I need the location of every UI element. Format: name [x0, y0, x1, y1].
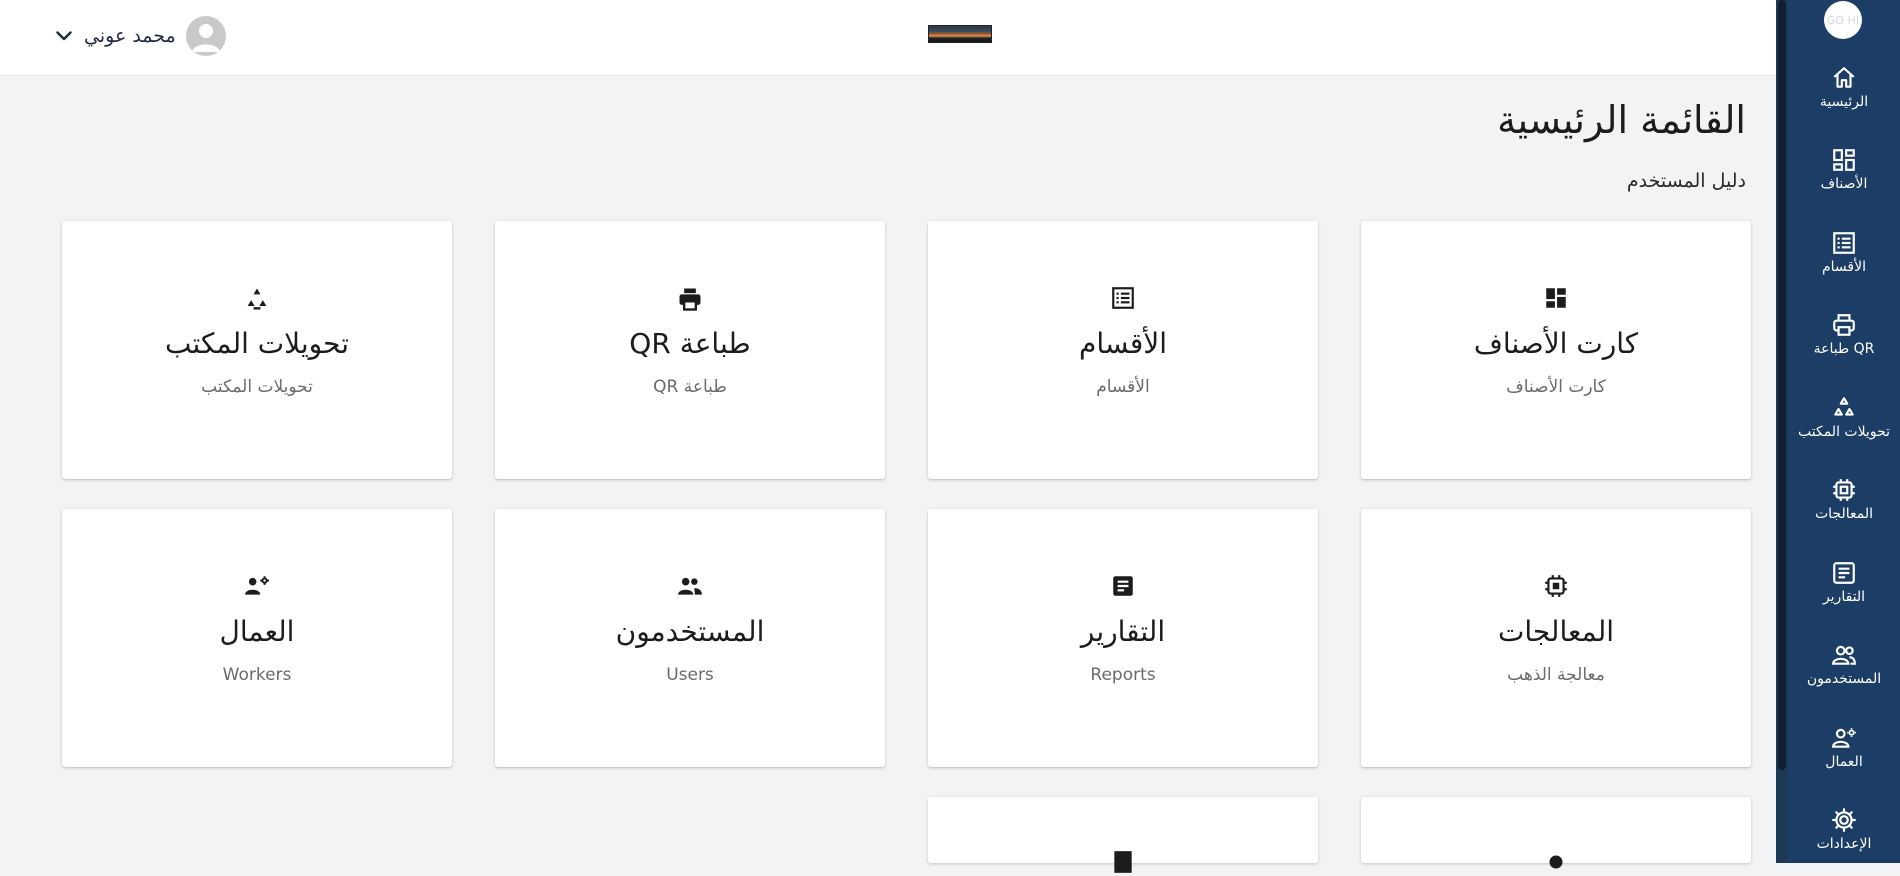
home-icon	[1830, 64, 1858, 92]
scrollbar[interactable]	[1776, 0, 1788, 863]
chevron-down-icon[interactable]	[54, 26, 74, 46]
sidebar-item-workers[interactable]: العمال	[1788, 724, 1900, 794]
card-sections[interactable]: الأقسام الأقسام	[928, 221, 1318, 479]
report-icon	[1830, 559, 1858, 587]
user-guide-link[interactable]: دليل المستخدم	[1627, 170, 1746, 192]
brand-badge[interactable]: GO HI	[1824, 1, 1862, 39]
card-title: تحويلات المكتب	[165, 327, 349, 360]
card-settings-partial[interactable]	[1361, 797, 1751, 869]
card-title: المعالجات	[1497, 615, 1615, 648]
card-subtitle: Reports	[1090, 665, 1156, 685]
user-menu[interactable]: محمد عوني	[54, 16, 226, 56]
sidebar-item-label: طباعة QR	[1813, 341, 1875, 357]
card-title: الأقسام	[1079, 327, 1167, 360]
sidebar-item-label: الإعدادات	[1816, 836, 1872, 852]
card-subtitle: طباعة QR	[653, 377, 727, 397]
card-title: كارت الأصناف	[1473, 327, 1639, 360]
avatar[interactable]	[185, 16, 226, 56]
sidebar-item-processors[interactable]: المعالجات	[1788, 476, 1900, 546]
scrollbar-thumb[interactable]	[1778, 0, 1786, 770]
card-reports[interactable]: التقارير Reports	[928, 509, 1318, 767]
chip-icon	[1830, 476, 1858, 504]
chip-icon	[1361, 573, 1751, 599]
printer-icon	[495, 285, 885, 313]
sidebar-item-categories[interactable]: الأصناف	[1788, 146, 1900, 216]
grid-icon	[1830, 146, 1858, 174]
sidebar-item-label: الرئيسية	[1819, 94, 1869, 110]
sidebar-item-label: المستخدمون	[1806, 671, 1882, 687]
card-workers[interactable]: العمال Workers	[62, 509, 452, 767]
recycle-icon	[62, 285, 452, 313]
top-bar: محمد عوني	[0, 0, 1776, 76]
workers-icon	[62, 573, 452, 599]
sidebar-item-label: التقارير	[1822, 589, 1866, 605]
sidebar-item-label: العمال	[1825, 754, 1863, 770]
card-title: التقارير	[1080, 615, 1166, 648]
report-icon	[928, 573, 1318, 599]
sidebar-item-sections[interactable]: الأقسام	[1788, 229, 1900, 299]
dashboard-icon	[1361, 285, 1751, 311]
workers-icon	[1830, 724, 1858, 752]
page-title: القائمة الرئيسية	[1497, 98, 1746, 142]
notepad-icon	[928, 849, 1318, 875]
sidebar-item-office-transfers[interactable]: تحويلات المكتب	[1788, 394, 1900, 464]
list-icon	[928, 285, 1318, 311]
card-print-qr[interactable]: طباعة QR طباعة QR	[495, 221, 885, 479]
sidebar-item-label: تحويلات المكتب	[1798, 424, 1890, 440]
card-category-card[interactable]: كارت الأصناف كارت الأصناف	[1361, 221, 1751, 479]
card-subtitle: كارت الأصناف	[1506, 377, 1606, 397]
card-notes-partial[interactable]	[928, 797, 1318, 873]
list-icon	[1830, 229, 1858, 257]
sidebar-item-label: الأصناف	[1820, 176, 1868, 192]
card-users[interactable]: المستخدمون Users	[495, 509, 885, 767]
card-processors[interactable]: المعالجات معالجة الذهب	[1361, 509, 1751, 767]
gear-icon	[1830, 806, 1858, 834]
card-subtitle: تحويلات المكتب	[201, 377, 313, 397]
sidebar-item-reports[interactable]: التقارير	[1788, 559, 1900, 629]
sidebar-item-settings[interactable]: الإعدادات	[1788, 806, 1900, 876]
recycle-icon	[1830, 394, 1858, 422]
sidebar: GO HI الرئيسية الأصناف الأقسام طباعة QR …	[1788, 0, 1900, 863]
sidebar-item-label: الأقسام	[1822, 259, 1866, 275]
users-icon	[495, 573, 885, 599]
user-name[interactable]: محمد عوني	[84, 25, 176, 47]
gear-icon	[1361, 849, 1751, 875]
card-subtitle: الأقسام	[1096, 377, 1150, 397]
card-title: العمال	[219, 615, 295, 648]
card-title: طباعة QR	[629, 327, 751, 360]
printer-icon	[1830, 311, 1858, 339]
users-icon	[1830, 641, 1858, 669]
sidebar-item-home[interactable]: الرئيسية	[1788, 64, 1900, 134]
card-title: المستخدمون	[615, 615, 765, 648]
sidebar-item-users[interactable]: المستخدمون	[1788, 641, 1900, 711]
card-office-transfers[interactable]: تحويلات المكتب تحويلات المكتب	[62, 221, 452, 479]
company-logo[interactable]	[928, 25, 992, 43]
sidebar-item-label: المعالجات	[1814, 506, 1874, 522]
card-subtitle: معالجة الذهب	[1507, 665, 1605, 685]
card-subtitle: Workers	[222, 665, 292, 685]
card-subtitle: Users	[666, 665, 714, 685]
sidebar-item-print-qr[interactable]: طباعة QR	[1788, 311, 1900, 381]
